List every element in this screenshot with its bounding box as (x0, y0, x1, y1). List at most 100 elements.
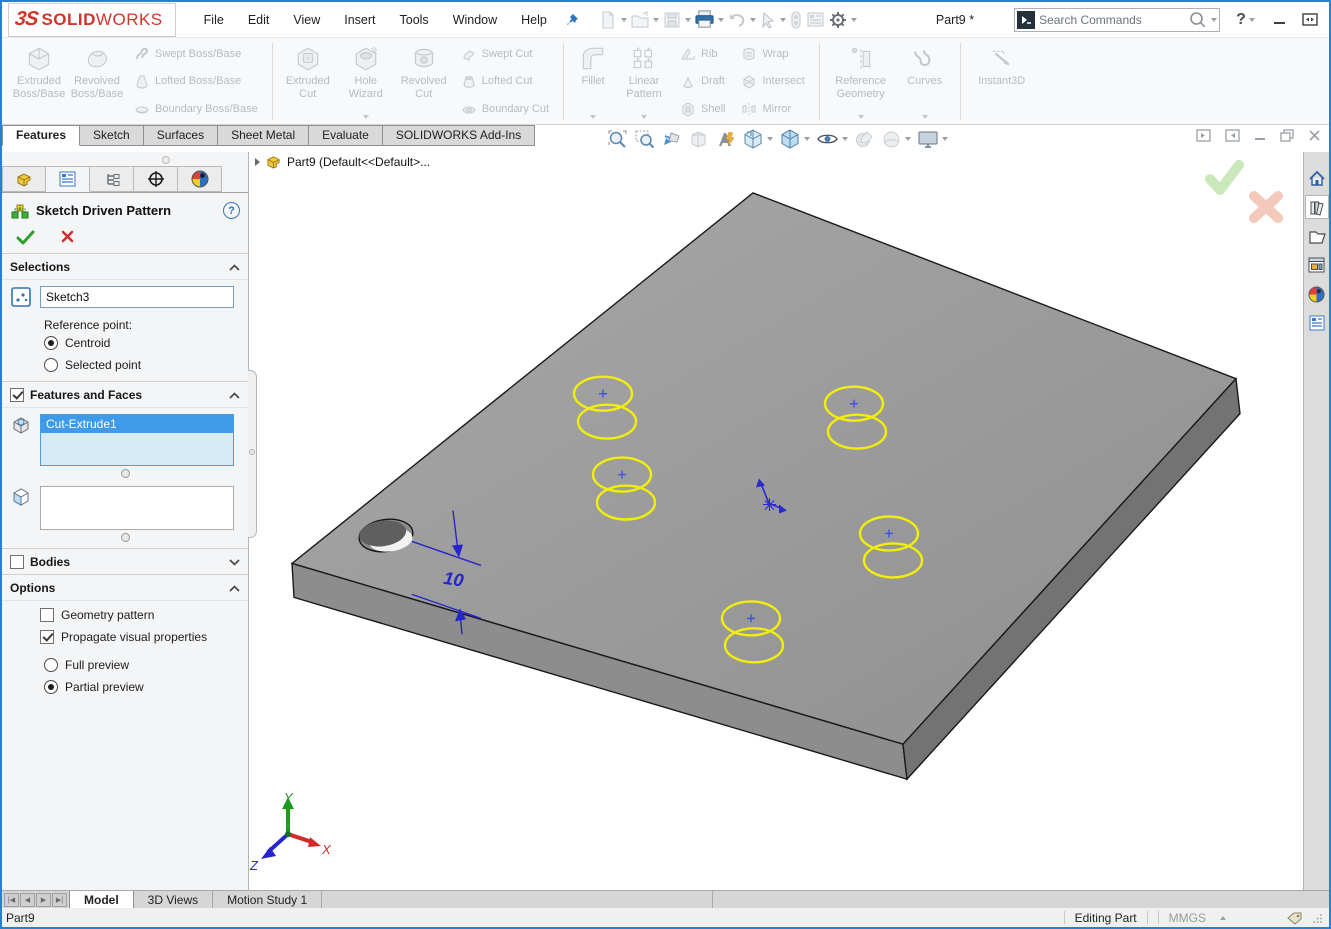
reference-geometry-button[interactable]: Reference Geometry (826, 41, 896, 122)
menu-view[interactable]: View (281, 9, 332, 31)
swept-cut-button[interactable]: Swept Cut (457, 45, 553, 63)
boundary-boss-button[interactable]: Boundary Boss/Base (130, 100, 262, 118)
tab-features[interactable]: Features (2, 125, 80, 146)
centroid-radio[interactable] (44, 336, 58, 350)
display-style-icon[interactable] (778, 127, 811, 151)
hole-wizard-caret[interactable] (363, 115, 369, 119)
selected-point-radio[interactable] (44, 358, 58, 372)
settings-gear-button[interactable] (827, 8, 858, 32)
linear-pattern-caret[interactable] (641, 115, 647, 119)
list-resize-handle[interactable] (121, 469, 130, 478)
edit-appearance-icon[interactable] (853, 128, 876, 151)
save-button[interactable] (661, 8, 692, 32)
file-explorer-icon[interactable] (1305, 224, 1329, 248)
dimxpert-manager-tab[interactable] (134, 166, 178, 192)
motion-study-tab[interactable]: Motion Study 1 (213, 891, 322, 908)
view-orientation-icon[interactable] (741, 127, 774, 151)
model-tab[interactable]: Model (69, 891, 134, 908)
selected-point-radio-row[interactable]: Selected point (2, 354, 248, 382)
revolved-boss-button[interactable]: Revolved Boss/Base (68, 41, 126, 122)
partial-preview-radio[interactable] (44, 680, 58, 694)
tab-solidworks-add-ins[interactable]: SOLIDWORKS Add-Ins (383, 125, 535, 146)
apply-scene-icon[interactable] (880, 128, 912, 151)
panel-flyout-handle[interactable] (248, 370, 257, 538)
faces-list[interactable] (40, 486, 234, 530)
tab-evaluate[interactable]: Evaluate (309, 125, 383, 146)
menu-tools[interactable]: Tools (388, 9, 441, 31)
view-settings-icon[interactable] (916, 128, 949, 151)
rebuild-button[interactable] (788, 8, 804, 32)
shell-button[interactable]: Shell (676, 100, 729, 118)
next-tab-button[interactable]: ▶ (36, 893, 51, 907)
revolved-cut-button[interactable]: Revolved Cut (395, 41, 453, 122)
partial-preview-row[interactable]: Partial preview (2, 676, 248, 698)
3d-views-tab[interactable]: 3D Views (134, 891, 213, 908)
tab-surfaces[interactable]: Surfaces (144, 125, 218, 146)
mirror-button[interactable]: Mirror (737, 100, 808, 118)
open-button[interactable] (629, 8, 660, 32)
select-cursor-button[interactable] (758, 9, 787, 31)
panel-splitter-grip[interactable] (162, 156, 170, 164)
pm-help-icon[interactable]: ? (223, 202, 240, 219)
full-preview-row[interactable]: Full preview (2, 654, 248, 676)
view-palette-icon[interactable] (1305, 253, 1329, 277)
curves-button[interactable]: Curves (896, 41, 954, 122)
feature-tree-flyout[interactable]: Part9 (Default<<Default>... (255, 154, 430, 169)
lofted-cut-button[interactable]: Lofted Cut (457, 73, 553, 91)
help-button[interactable]: ? (1236, 11, 1255, 29)
menu-help[interactable]: Help (509, 9, 559, 31)
full-preview-radio[interactable] (44, 658, 58, 672)
confirm-cancel-button[interactable] (1247, 190, 1285, 224)
draft-button[interactable]: Draft (676, 73, 729, 91)
pane-right-icon[interactable] (1225, 129, 1240, 142)
viewport-canvas[interactable]: 10 (249, 152, 1303, 890)
propagate-visual-checkbox[interactable] (40, 630, 54, 644)
features-faces-group-header[interactable]: Features and Faces (2, 382, 248, 408)
fillet-caret[interactable] (590, 115, 596, 119)
custom-properties-icon[interactable] (1305, 311, 1329, 335)
search-commands-box[interactable] (1014, 8, 1220, 32)
linear-pattern-button[interactable]: Linear Pattern (616, 41, 672, 122)
display-manager-tab[interactable] (178, 166, 222, 192)
selected-feature-item[interactable]: Cut-Extrude1 (41, 415, 233, 433)
boundary-cut-button[interactable]: Boundary Cut (457, 100, 553, 118)
curves-caret[interactable] (922, 115, 928, 119)
section-view-icon[interactable] (687, 128, 710, 151)
options-list-button[interactable] (805, 8, 826, 31)
annotation-view-icon[interactable] (714, 128, 737, 151)
design-library-icon[interactable] (1305, 195, 1329, 219)
pm-ok-button[interactable] (16, 230, 35, 245)
geometry-pattern-row[interactable]: Geometry pattern (2, 601, 248, 626)
menu-edit[interactable]: Edit (236, 9, 282, 31)
undo-button[interactable] (726, 8, 757, 32)
resize-grip[interactable] (1313, 913, 1323, 923)
menu-insert[interactable]: Insert (332, 9, 387, 31)
features-list[interactable]: Cut-Extrude1 (40, 414, 234, 466)
property-manager-tab[interactable] (46, 166, 90, 192)
hole-wizard-button[interactable]: Hole Wizard (337, 41, 395, 122)
feature-manager-tab[interactable] (2, 166, 46, 192)
rib-button[interactable]: Rib (676, 45, 729, 63)
restore-panes-button[interactable] (1302, 13, 1318, 26)
appearances-scenes-icon[interactable] (1305, 282, 1329, 306)
first-tab-button[interactable]: |◀ (4, 893, 19, 907)
extruded-boss-button[interactable]: Extruded Boss/Base (10, 41, 68, 122)
search-input[interactable] (1035, 13, 1188, 27)
geometry-pattern-checkbox[interactable] (40, 608, 54, 622)
zoom-to-area-icon[interactable] (633, 128, 656, 151)
confirm-ok-button[interactable] (1203, 160, 1245, 196)
new-document-button[interactable] (597, 8, 628, 32)
doc-restore-icon[interactable] (1280, 129, 1294, 142)
pane-left-icon[interactable] (1196, 129, 1211, 142)
last-tab-button[interactable]: ▶| (52, 893, 67, 907)
wrap-button[interactable]: Wrap (737, 45, 808, 63)
tag-icon[interactable] (1286, 911, 1303, 925)
bodies-checkbox[interactable] (10, 555, 24, 569)
units-selector[interactable]: MMGS (1169, 911, 1226, 925)
intersect-button[interactable]: Intersect (737, 73, 808, 91)
swept-boss-button[interactable]: Swept Boss/Base (130, 45, 262, 63)
lofted-boss-button[interactable]: Lofted Boss/Base (130, 73, 262, 91)
previous-tab-button[interactable]: ◀ (20, 893, 35, 907)
selections-group-header[interactable]: Selections (2, 254, 248, 280)
pin-menu-icon[interactable] (565, 13, 579, 27)
